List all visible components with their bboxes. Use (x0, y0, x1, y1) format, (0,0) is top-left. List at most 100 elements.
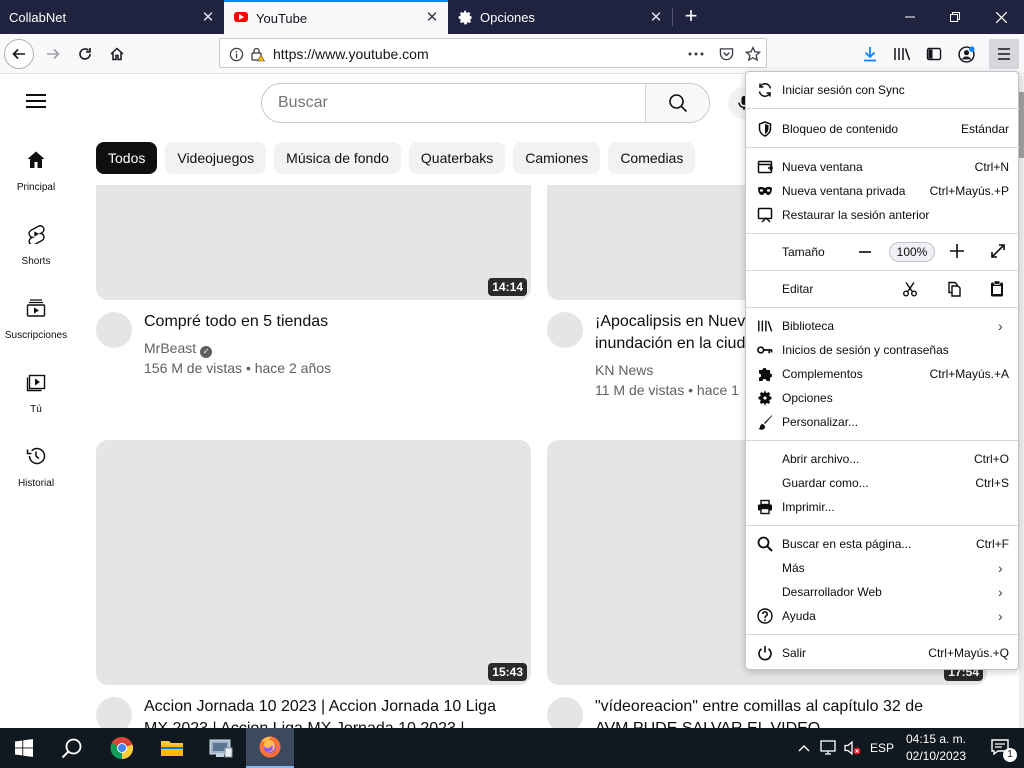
account-button[interactable] (951, 39, 981, 69)
menu-label: Desarrollador Web (782, 585, 882, 599)
channel-avatar[interactable] (96, 697, 132, 728)
forward-arrow-icon (47, 48, 60, 60)
menu-item-private-window[interactable]: Nueva ventana privada Ctrl+Mayús.+P (746, 179, 1020, 203)
menu-item-addons[interactable]: Complementos Ctrl+Mayús.+A (746, 362, 1020, 386)
cut-scissors-icon[interactable] (902, 281, 918, 297)
fullscreen-icon[interactable] (990, 243, 1008, 261)
close-tab-icon[interactable]: ✕ (648, 9, 664, 25)
taskbar-search-button[interactable] (48, 728, 96, 768)
library-button[interactable] (887, 39, 917, 69)
zoom-reset-button[interactable]: 100% (889, 242, 935, 262)
guide-menu-button[interactable] (26, 94, 46, 108)
new-tab-button[interactable]: + (680, 5, 702, 29)
menu-item-logins[interactable]: Inicios de sesión y contraseñas (746, 338, 1020, 362)
reload-button[interactable] (70, 39, 100, 69)
minimize-button[interactable] (887, 0, 933, 34)
channel-name[interactable]: KN News (595, 360, 653, 380)
volume-button[interactable] (842, 728, 864, 768)
menu-item-more[interactable]: Más › (746, 556, 1020, 580)
info-icon[interactable] (228, 46, 244, 62)
paste-clipboard-icon[interactable] (990, 280, 1006, 298)
forward-button[interactable] (38, 39, 68, 69)
action-center-button[interactable]: 1 (978, 728, 1024, 768)
taskbar-app[interactable] (197, 728, 245, 768)
menu-item-quit[interactable]: Salir Ctrl+Mayús.+Q (746, 641, 1020, 665)
bookmark-star-icon[interactable] (745, 46, 761, 62)
menu-item-customize[interactable]: Personalizar... (746, 410, 1020, 434)
taskbar-file-explorer[interactable] (148, 728, 196, 768)
close-window-button[interactable] (978, 0, 1024, 34)
menu-item-save-as[interactable]: Guardar como... Ctrl+S (746, 471, 1020, 495)
search-button[interactable] (645, 84, 709, 122)
channel-avatar[interactable] (547, 697, 583, 728)
menu-item-options[interactable]: Opciones (746, 386, 1020, 410)
video-duration: 14:14 (488, 278, 527, 296)
zoom-in-button[interactable] (949, 243, 967, 261)
channel-name[interactable]: MrBeast ✓ (144, 338, 213, 358)
menu-item-new-window[interactable]: Nueva ventana Ctrl+N (746, 155, 1020, 179)
menu-item-web-developer[interactable]: Desarrollador Web › (746, 580, 1020, 604)
menu-item-help[interactable]: Ayuda › (746, 604, 1020, 628)
url-bar[interactable]: https://www.youtube.com (219, 38, 767, 68)
restore-button[interactable] (932, 0, 978, 34)
tab-youtube[interactable]: YouTube ✕ (224, 0, 448, 34)
zoom-out-button[interactable] (858, 244, 876, 260)
menu-item-sync[interactable]: Iniciar sesión con Sync (746, 78, 1020, 102)
downloads-button[interactable] (855, 39, 885, 69)
video-title[interactable]: "vídeoreacion" entre comillas al capítul… (595, 696, 923, 718)
sidebar-item-shorts[interactable]: Shorts (0, 214, 72, 278)
video-title[interactable]: AVM PUDE SALVAR EL VIDEO (595, 718, 820, 728)
search-input[interactable] (262, 84, 647, 122)
channel-avatar[interactable] (547, 312, 583, 348)
menu-item-restore-session[interactable]: Restaurar la sesión anterior (746, 203, 1020, 227)
chip-musica-de-fondo[interactable]: Música de fondo (274, 142, 401, 174)
sidebar-item-suscripciones[interactable]: Suscripciones (0, 288, 72, 352)
video-title[interactable]: inundación en la ciud (595, 333, 745, 355)
start-button[interactable] (0, 728, 48, 768)
show-hidden-icons-button[interactable] (795, 728, 813, 768)
tab-collabnet[interactable]: CollabNet ✕ (0, 0, 224, 34)
video-thumbnail[interactable]: 14:14 (96, 185, 531, 300)
video-title[interactable]: Accion Jornada 10 2023 | Accion Jornada … (144, 696, 496, 718)
video-title[interactable]: ¡Apocalipsis en Nuev (595, 311, 745, 333)
menu-separator (746, 233, 1020, 234)
menu-item-content-blocking[interactable]: Bloqueo de contenido Estándar (746, 117, 1020, 141)
input-language-indicator[interactable]: ESP (867, 728, 897, 768)
open-menu-button[interactable] (989, 39, 1019, 69)
video-title[interactable]: MX 2023 | Accion Liga MX Jornada 10 2023… (144, 718, 465, 728)
menu-item-zoom: Tamaño 100% (746, 240, 1020, 264)
page-actions-icon[interactable] (688, 46, 704, 62)
copy-icon[interactable] (946, 281, 962, 297)
menu-label: Buscar en esta página... (782, 537, 912, 551)
video-title[interactable]: Compré todo en 5 tiendas (144, 311, 530, 333)
menu-item-open-file[interactable]: Abrir archivo... Ctrl+O (746, 447, 1020, 471)
tab-opciones[interactable]: Opciones ✕ (448, 0, 672, 34)
menu-item-find[interactable]: Buscar en esta página... Ctrl+F (746, 532, 1020, 556)
close-tab-icon[interactable]: ✕ (200, 9, 216, 25)
menu-item-print[interactable]: Imprimir... (746, 495, 1020, 519)
chip-camiones[interactable]: Camiones (513, 142, 601, 174)
lock-warning-icon[interactable] (249, 46, 265, 62)
sidebar-item-historial[interactable]: Historial (0, 436, 72, 500)
menu-item-library[interactable]: Biblioteca › (746, 314, 1020, 338)
sidebar-button[interactable] (919, 39, 949, 69)
chip-comedias[interactable]: Comedias (608, 142, 696, 174)
pocket-icon[interactable] (718, 46, 734, 62)
network-button[interactable] (818, 728, 840, 768)
chip-quaterbaks[interactable]: Quaterbaks (408, 142, 506, 174)
taskbar-chrome[interactable] (98, 728, 146, 768)
channel-avatar[interactable] (96, 312, 132, 348)
chip-todos[interactable]: Todos (96, 142, 158, 174)
sidebar-item-principal[interactable]: Principal (0, 140, 72, 204)
close-tab-icon[interactable]: ✕ (424, 9, 440, 25)
sidebar-item-tu[interactable]: Tú (0, 362, 72, 426)
taskbar-clock[interactable]: 04:15 a. m. 02/10/2023 (896, 731, 976, 765)
tab-label: CollabNet (9, 9, 67, 25)
back-button[interactable] (4, 39, 34, 69)
video-thumbnail[interactable]: 15:43 (96, 440, 531, 685)
chip-videojuegos[interactable]: Videojuegos (165, 142, 267, 174)
menu-label: Nueva ventana (782, 160, 863, 174)
video-stats: 156 M de vistas • hace 2 años (144, 360, 332, 376)
home-button[interactable] (102, 39, 132, 69)
taskbar-firefox[interactable] (246, 728, 294, 768)
